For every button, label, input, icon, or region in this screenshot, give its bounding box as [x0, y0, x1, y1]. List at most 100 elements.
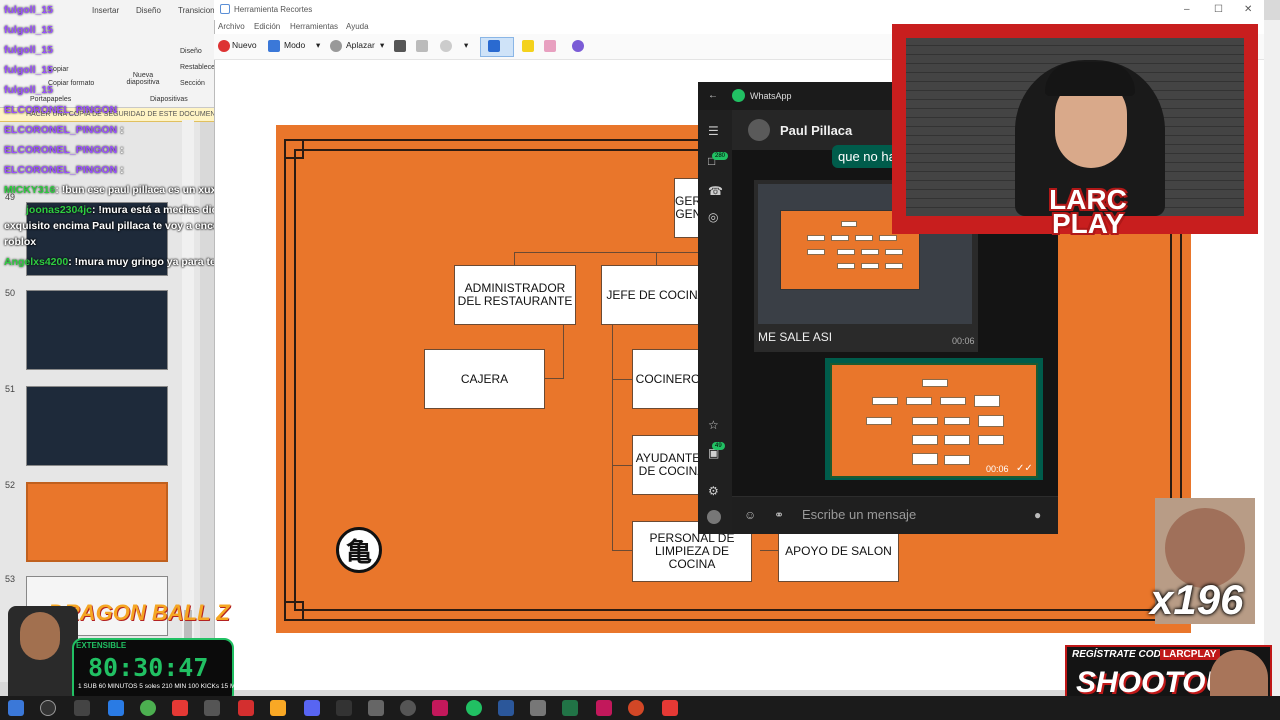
excel-icon[interactable] — [562, 700, 578, 716]
paint-icon[interactable] — [572, 40, 584, 52]
chat-username: fulgoll_15 — [4, 24, 54, 36]
slide-corner — [284, 139, 304, 159]
folder-icon[interactable] — [270, 700, 286, 716]
windows-icon[interactable] — [108, 700, 124, 716]
chat-username: Angelxs4200 — [4, 256, 69, 268]
chats-badge: 280 — [712, 152, 729, 160]
scissors-icon — [220, 4, 230, 14]
connector-line — [760, 550, 778, 551]
microphone-icon[interactable]: ● — [1034, 508, 1041, 522]
mini-box — [912, 435, 938, 445]
streamer-thumbnail-face — [20, 612, 60, 660]
delay-dropdown-icon[interactable]: ▾ — [380, 40, 384, 51]
delay-button[interactable]: Aplazar — [346, 40, 375, 50]
obs-icon[interactable] — [400, 700, 416, 716]
connector-line — [612, 465, 632, 466]
chrome-icon[interactable] — [140, 700, 156, 716]
outgoing-image[interactable] — [830, 363, 1038, 478]
menu-herramientas[interactable]: Herramientas — [290, 22, 338, 31]
phone-icon[interactable]: ☎ — [708, 184, 723, 198]
menu-edicion[interactable]: Edición — [254, 22, 280, 31]
search-icon[interactable] — [40, 700, 56, 716]
app-icon[interactable] — [596, 700, 612, 716]
whatsapp-logo-icon — [732, 89, 745, 102]
connector-line — [656, 252, 657, 266]
chat-line: fulgoll_15 — [4, 24, 53, 36]
mini-box — [922, 379, 948, 387]
chat-username: ELCORONEL_PINGON — [4, 124, 118, 136]
chat-line: roblox — [4, 236, 36, 248]
app-icon[interactable] — [336, 700, 352, 716]
mini-box — [978, 415, 1004, 427]
chat-username: fulgoll_15 — [4, 4, 54, 16]
app-icon[interactable] — [368, 700, 384, 716]
menu-ayuda[interactable]: Ayuda — [346, 22, 369, 31]
settings-icon[interactable]: ⚙ — [708, 484, 719, 498]
chat-line: ELCORONEL_PINGON : — [4, 124, 124, 136]
pdf-icon[interactable] — [662, 700, 678, 716]
chat-line: ELCORONEL_PINGON : — [4, 144, 124, 156]
app-icon[interactable] — [238, 700, 254, 716]
new-snip-button[interactable]: Nuevo — [232, 40, 257, 50]
contact-name[interactable]: Paul Pillaca — [780, 123, 852, 138]
slide-number: 53 — [5, 574, 16, 584]
whatsapp-taskbar-icon[interactable] — [466, 700, 482, 716]
mode-button[interactable]: Modo — [284, 40, 305, 50]
copy-icon[interactable] — [416, 40, 428, 52]
contact-avatar[interactable] — [748, 119, 770, 141]
eraser-icon[interactable] — [544, 40, 556, 52]
timer-label: EXTENSIBLE — [76, 641, 127, 650]
highlighter-icon[interactable] — [522, 40, 534, 52]
menu-icon[interactable]: ☰ — [708, 124, 719, 138]
emoji-icon[interactable]: ☺ — [744, 508, 756, 522]
word-icon[interactable] — [498, 700, 514, 716]
mini-box — [885, 249, 903, 255]
start-icon[interactable] — [8, 700, 24, 716]
message-input[interactable] — [802, 504, 1022, 524]
connector-line — [612, 379, 632, 380]
snip-vertical-scrollbar[interactable] — [1264, 20, 1280, 696]
mini-box — [872, 397, 898, 405]
back-arrow-icon[interactable]: ← — [708, 90, 718, 101]
timer-value: 80:30:47 — [88, 653, 209, 682]
slide-thumbnail-52[interactable] — [26, 482, 168, 562]
app-icon[interactable] — [172, 700, 188, 716]
whatsapp-title: WhatsApp — [750, 91, 792, 101]
mini-box — [879, 235, 897, 241]
maximize-icon[interactable]: ☐ — [1214, 4, 1223, 15]
discord-icon[interactable] — [304, 700, 320, 716]
org-box-administrador: ADMINISTRADOR DEL RESTAURANTE — [454, 265, 576, 325]
profile-avatar[interactable] — [707, 510, 721, 524]
slide-thumbnail-50[interactable] — [26, 290, 168, 370]
mini-box — [944, 455, 970, 465]
status-icon[interactable]: ◎ — [708, 210, 718, 224]
powerpoint-icon[interactable] — [628, 700, 644, 716]
streamer-cap — [1045, 62, 1135, 96]
close-icon[interactable]: ✕ — [1244, 4, 1252, 15]
menu-archivo[interactable]: Archivo — [218, 22, 245, 31]
mode-dropdown-icon[interactable]: ▾ — [316, 40, 320, 51]
app-icon[interactable] — [432, 700, 448, 716]
attach-icon[interactable]: ⚭ — [774, 508, 784, 522]
mini-box — [866, 417, 892, 425]
starred-icon[interactable]: ☆ — [708, 418, 719, 432]
slide-thumbnail-51[interactable] — [26, 386, 168, 466]
chat-username: joonas2304jc — [26, 204, 92, 216]
chat-username: ELCORONEL_PINGON — [4, 104, 118, 116]
whatsapp-titlebar: ← WhatsApp — [698, 82, 898, 110]
mini-box — [912, 417, 938, 425]
send-dropdown-icon[interactable]: ▾ — [464, 40, 468, 51]
chat-username: ELCORONEL_PINGON — [4, 144, 118, 156]
kame-symbol-icon: 亀 — [336, 527, 382, 573]
send-icon[interactable] — [440, 40, 452, 52]
app-icon[interactable] — [204, 700, 220, 716]
mini-box — [861, 263, 879, 269]
minimize-icon[interactable]: – — [1184, 4, 1190, 15]
save-icon[interactable] — [394, 40, 406, 52]
calculator-icon[interactable] — [530, 700, 546, 716]
mini-box — [885, 263, 903, 269]
chat-line: fulgoll_15 — [4, 4, 53, 16]
mini-box — [940, 397, 966, 405]
task-view-icon[interactable] — [74, 700, 90, 716]
clock-icon — [330, 40, 342, 52]
